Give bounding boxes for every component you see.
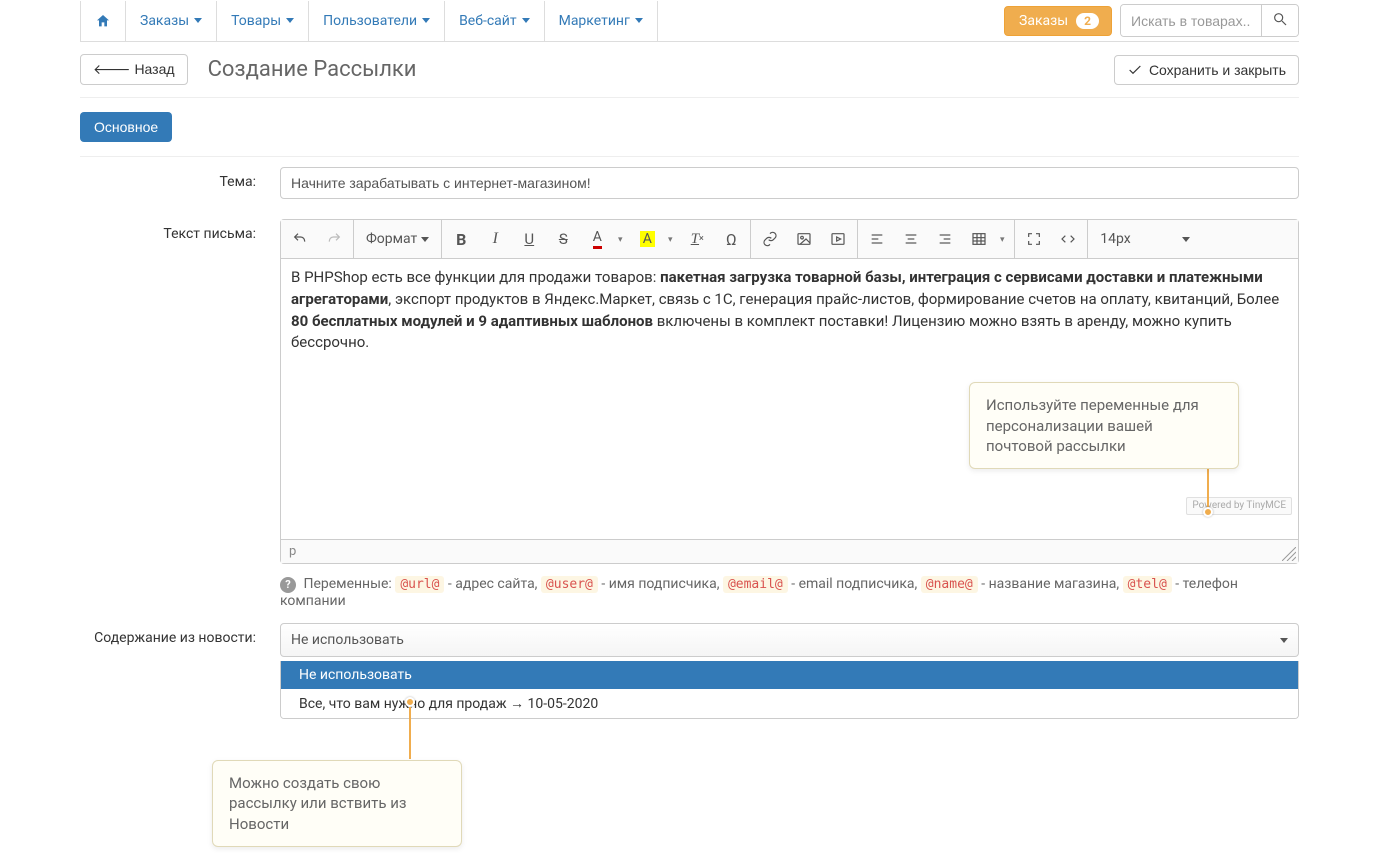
align-center-button[interactable] [894,222,928,256]
nav-website[interactable]: Веб-сайт [445,1,545,41]
table-button[interactable] [962,222,996,256]
align-left-icon [869,231,885,247]
tooltip-news: Можно создать свою рассылку или вствить … [212,760,462,847]
nav-marketing[interactable]: Маркетинг [545,1,658,41]
strike-button[interactable]: S [546,222,580,256]
bg-color-icon: A [640,231,655,247]
check-icon [1127,62,1143,78]
save-and-close-button[interactable]: Сохранить и закрыть [1114,55,1299,85]
align-right-button[interactable] [928,222,962,256]
news-select-dropdown: Не использовать Все, что вам нужно для п… [280,661,1299,719]
tab-main[interactable]: Основное [80,112,172,142]
home-icon [95,13,111,29]
bold-button[interactable]: B [444,222,478,256]
search-icon [1272,11,1288,27]
subject-label: Тема: [80,167,280,199]
omega-icon: Ω [726,230,737,249]
undo-icon [292,231,308,247]
news-label: Содержание из новости: [80,623,280,719]
orders-badge: 2 [1076,13,1099,29]
editor-path: p [289,544,296,559]
table-dropdown[interactable] [996,222,1012,256]
clear-format-icon: T [691,231,699,248]
resize-handle[interactable] [1282,547,1296,561]
undo-button[interactable] [283,222,317,256]
table-icon [971,231,987,247]
italic-icon: I [493,230,498,248]
top-navbar: Заказы Товары Пользователи Веб-сайт Марк… [80,0,1299,42]
tabs-row: Основное [80,98,1299,157]
align-left-button[interactable] [860,222,894,256]
clear-format-button[interactable]: T× [680,222,714,256]
orders-button-label: Заказы [1019,13,1068,29]
media-icon [830,231,846,247]
redo-button[interactable] [317,222,351,256]
strike-icon: S [559,230,568,248]
fontsize-dropdown[interactable]: 14px [1090,222,1200,256]
bold-icon: B [456,230,466,249]
underline-icon: U [524,230,534,248]
code-icon [1060,231,1076,247]
text-color-dropdown[interactable] [614,222,630,256]
underline-button[interactable]: U [512,222,546,256]
arrow-left-icon: 🡐 [93,61,134,77]
title-bar: 🡐 Назад Создание Рассылки Сохранить и за… [80,42,1299,98]
page-title: Создание Рассылки [208,57,1114,82]
orders-button[interactable]: Заказы 2 [1004,6,1112,36]
fullscreen-button[interactable] [1017,222,1051,256]
link-icon [762,231,778,247]
question-icon: ? [280,577,296,593]
code-button[interactable] [1051,222,1085,256]
news-option-1[interactable]: Все, что вам нужно для продаж → 10-05-20… [281,689,1298,718]
align-right-icon [937,231,953,247]
news-option-none[interactable]: Не использовать [281,661,1298,689]
search-button[interactable] [1261,5,1298,36]
nav-users[interactable]: Пользователи [309,1,445,41]
text-color-button[interactable]: A [580,222,614,256]
tooltip-vars: Используйте переменные для персонализаци… [969,382,1239,469]
news-select[interactable]: Не использовать [280,623,1299,657]
search-input[interactable] [1121,5,1261,36]
variables-help: ? Переменные: @url@ - адрес сайта, @user… [280,576,1299,609]
editor-toolbar: Формат B I U S A A [281,220,1298,259]
body-label: Текст письма: [80,219,280,609]
nav-orders[interactable]: Заказы [126,1,217,41]
align-center-icon [903,231,919,247]
nav-products[interactable]: Товары [217,1,309,41]
image-icon [796,231,812,247]
image-button[interactable] [787,222,821,256]
link-button[interactable] [753,222,787,256]
home-icon-link[interactable] [80,1,126,41]
fullscreen-icon [1026,231,1042,247]
bg-color-dropdown[interactable] [664,222,680,256]
text-color-icon: A [593,229,602,249]
italic-button[interactable]: I [478,222,512,256]
chevron-down-icon [1280,638,1288,643]
redo-icon [326,231,342,247]
media-button[interactable] [821,222,855,256]
editor-statusbar: p [281,539,1298,563]
bg-color-button[interactable]: A [630,222,664,256]
subject-input[interactable] [280,167,1299,199]
special-char-button[interactable]: Ω [714,222,748,256]
back-button[interactable]: 🡐 Назад [80,54,188,85]
format-dropdown[interactable]: Формат [356,222,439,256]
